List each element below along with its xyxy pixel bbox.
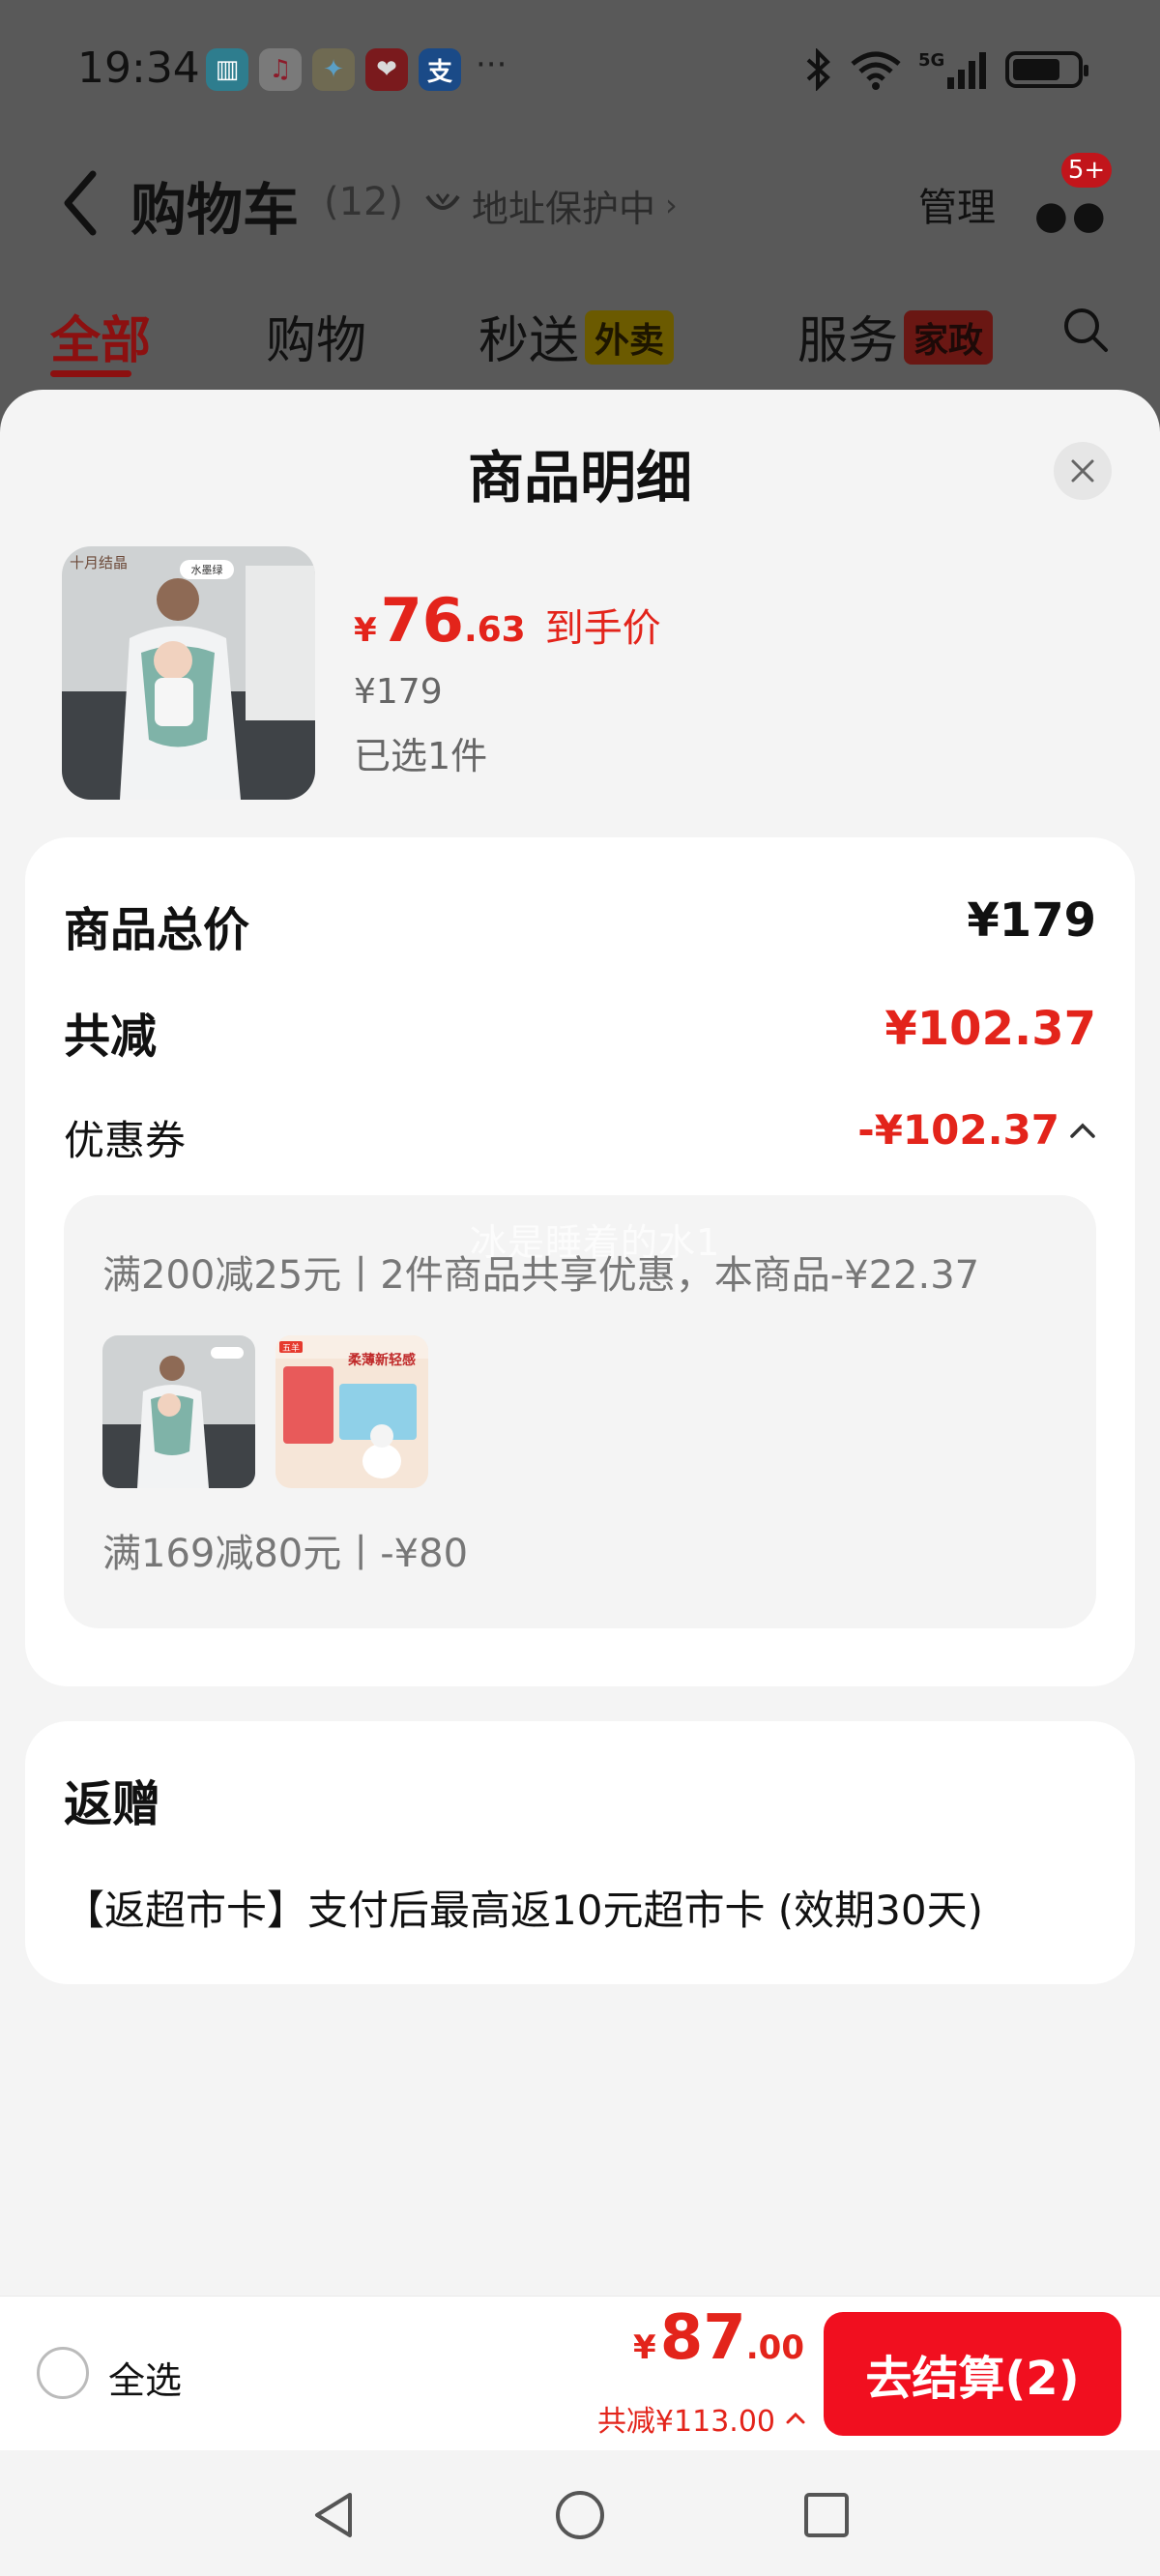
final-price-symbol: ¥	[354, 611, 377, 650]
manage-button[interactable]: 管理	[918, 176, 996, 232]
checkout-bar: 全选 ¥ 87 .00 共减¥113.00 去结算(2)	[0, 2296, 1160, 2450]
chevron-right-icon: ›	[665, 187, 678, 223]
coupon-toggle[interactable]: -¥102.37	[857, 1106, 1096, 1154]
checkout-button[interactable]: 去结算(2)	[824, 2312, 1121, 2436]
product-detail-sheet: 商品明细 水墨绿 十月结晶 ¥ 76 .63 到手价 ¥179 已选1件 商品总…	[0, 390, 1160, 2296]
tab-services-label: 服务	[798, 312, 899, 370]
status-app-icons: ▥ ♫ ✦ ❤ 支 ···	[206, 45, 508, 91]
battery-icon	[1005, 51, 1088, 88]
checkout-total-symbol: ¥	[633, 2328, 656, 2367]
svg-text:5G: 5G	[918, 50, 944, 71]
coupon-label: 优惠券	[64, 1117, 187, 1164]
bluetooth-icon	[806, 48, 830, 91]
checkout-total-integer: 87	[659, 2302, 746, 2374]
health-app-icon: ❤	[365, 48, 408, 91]
category-tabs: 全部 购物 秒送 外卖 服务 家政	[0, 290, 1160, 377]
final-price-tag: 到手价	[544, 606, 661, 651]
gift-title: 返赠	[64, 1776, 160, 1832]
address-protection-chip[interactable]: 地址保护中 ›	[406, 174, 697, 236]
signal-5g-icon: 5G	[918, 50, 986, 89]
thumb2-brand-label: 五羊	[282, 1342, 300, 1354]
tab-instant-delivery[interactable]: 秒送 外卖	[478, 300, 675, 372]
message-badge: 5+	[1061, 153, 1112, 188]
chevron-up-icon	[786, 2412, 805, 2424]
product-summary: 水墨绿 十月结晶 ¥ 76 .63 到手价 ¥179 已选1件	[62, 546, 1106, 803]
pinwheel-app-icon: ✦	[312, 48, 355, 91]
thumb-color-label: 水墨绿	[191, 563, 223, 576]
close-icon	[1071, 459, 1094, 483]
select-all-checkbox[interactable]	[37, 2347, 89, 2399]
final-price: ¥ 76 .63 到手价	[354, 585, 661, 656]
nav-recents-icon[interactable]	[800, 2489, 853, 2541]
thumb-brand-label: 十月结晶	[70, 554, 128, 571]
cart-item-count: (12)	[324, 180, 404, 224]
final-price-decimal: .63	[463, 610, 526, 650]
housekeeping-tag: 家政	[904, 310, 994, 365]
coupon-details: 冰是睡着的水1 满200减25元丨2件商品共享优惠，本商品-¥22.37 五羊 …	[64, 1195, 1096, 1628]
back-arrow-icon[interactable]	[60, 168, 102, 238]
active-tab-indicator	[50, 370, 131, 377]
books-app-icon: ▥	[206, 48, 248, 91]
tab-shopping[interactable]: 购物	[266, 300, 366, 372]
nav-home-icon[interactable]	[554, 2489, 606, 2541]
coupon-rule-2: 满169减80元丨-¥80	[102, 1532, 469, 1576]
alipay-app-icon: 支	[419, 48, 461, 91]
nav-back-icon[interactable]	[307, 2489, 360, 2541]
total-price-label: 商品总价	[64, 903, 250, 957]
checkout-total: ¥ 87 .00	[633, 2302, 804, 2374]
status-time: 19:34	[77, 44, 200, 93]
select-all-label[interactable]: 全选	[108, 2351, 182, 2404]
status-indicators: 5G	[804, 48, 1088, 91]
cart-header: 购物车 (12) 地址保护中 › 管理 ●● 5+	[0, 145, 1160, 261]
chevron-up-icon	[1070, 1123, 1095, 1138]
gift-description: 【返超市卡】支付后最高返10元超市卡 (效期30天)	[64, 1887, 984, 1934]
tab-instant-delivery-label: 秒送	[478, 312, 580, 370]
page-title: 购物车	[130, 177, 300, 243]
more-notifications-icon: ···	[476, 45, 508, 84]
address-protection-label: 地址保护中	[472, 187, 656, 230]
system-navigation-bar	[0, 2450, 1160, 2576]
tab-services[interactable]: 服务 家政	[798, 300, 994, 372]
wifi-icon	[851, 51, 901, 90]
smile-icon	[425, 193, 460, 210]
original-price: ¥179	[354, 672, 443, 712]
total-price-value: ¥179	[967, 893, 1096, 948]
checkout-total-decimal: .00	[745, 2328, 804, 2367]
coupon-value: -¥102.37	[857, 1106, 1059, 1154]
more-menu-icon[interactable]: ●●	[1034, 193, 1110, 238]
close-button[interactable]	[1054, 442, 1112, 500]
price-breakdown-card: 商品总价 ¥179 共减 ¥102.37 优惠券 -¥102.37 冰是睡着的水…	[25, 837, 1135, 1686]
search-icon[interactable]	[1061, 306, 1110, 354]
final-price-integer: 76	[380, 585, 464, 656]
savings-toggle[interactable]: 共减¥113.00	[597, 2397, 806, 2440]
music-app-icon: ♫	[259, 48, 302, 91]
discount-label: 共减	[64, 1010, 158, 1064]
savings-amount: 共减¥113.00	[596, 2405, 775, 2439]
thumb2-headline: 柔薄新轻感	[347, 1352, 416, 1368]
selected-count: 已选1件	[354, 735, 488, 777]
takeout-tag: 外卖	[585, 310, 675, 365]
discount-value: ¥102.37	[884, 1002, 1096, 1056]
rebate-gift-card: 返赠 【返超市卡】支付后最高返10元超市卡 (效期30天)	[25, 1721, 1135, 1984]
coupon-product-image-2[interactable]: 五羊 柔薄新轻感	[276, 1335, 428, 1488]
product-image[interactable]: 水墨绿 十月结晶	[62, 546, 315, 800]
status-bar: 19:34 ▥ ♫ ✦ ❤ 支 ··· 5G	[0, 0, 1160, 145]
sheet-title: 商品明细	[467, 445, 692, 511]
tab-all[interactable]: 全部	[50, 300, 151, 372]
coupon-rule-1: 满200减25元丨2件商品共享优惠，本商品-¥22.37	[102, 1253, 980, 1298]
coupon-product-image-1[interactable]	[102, 1335, 255, 1488]
